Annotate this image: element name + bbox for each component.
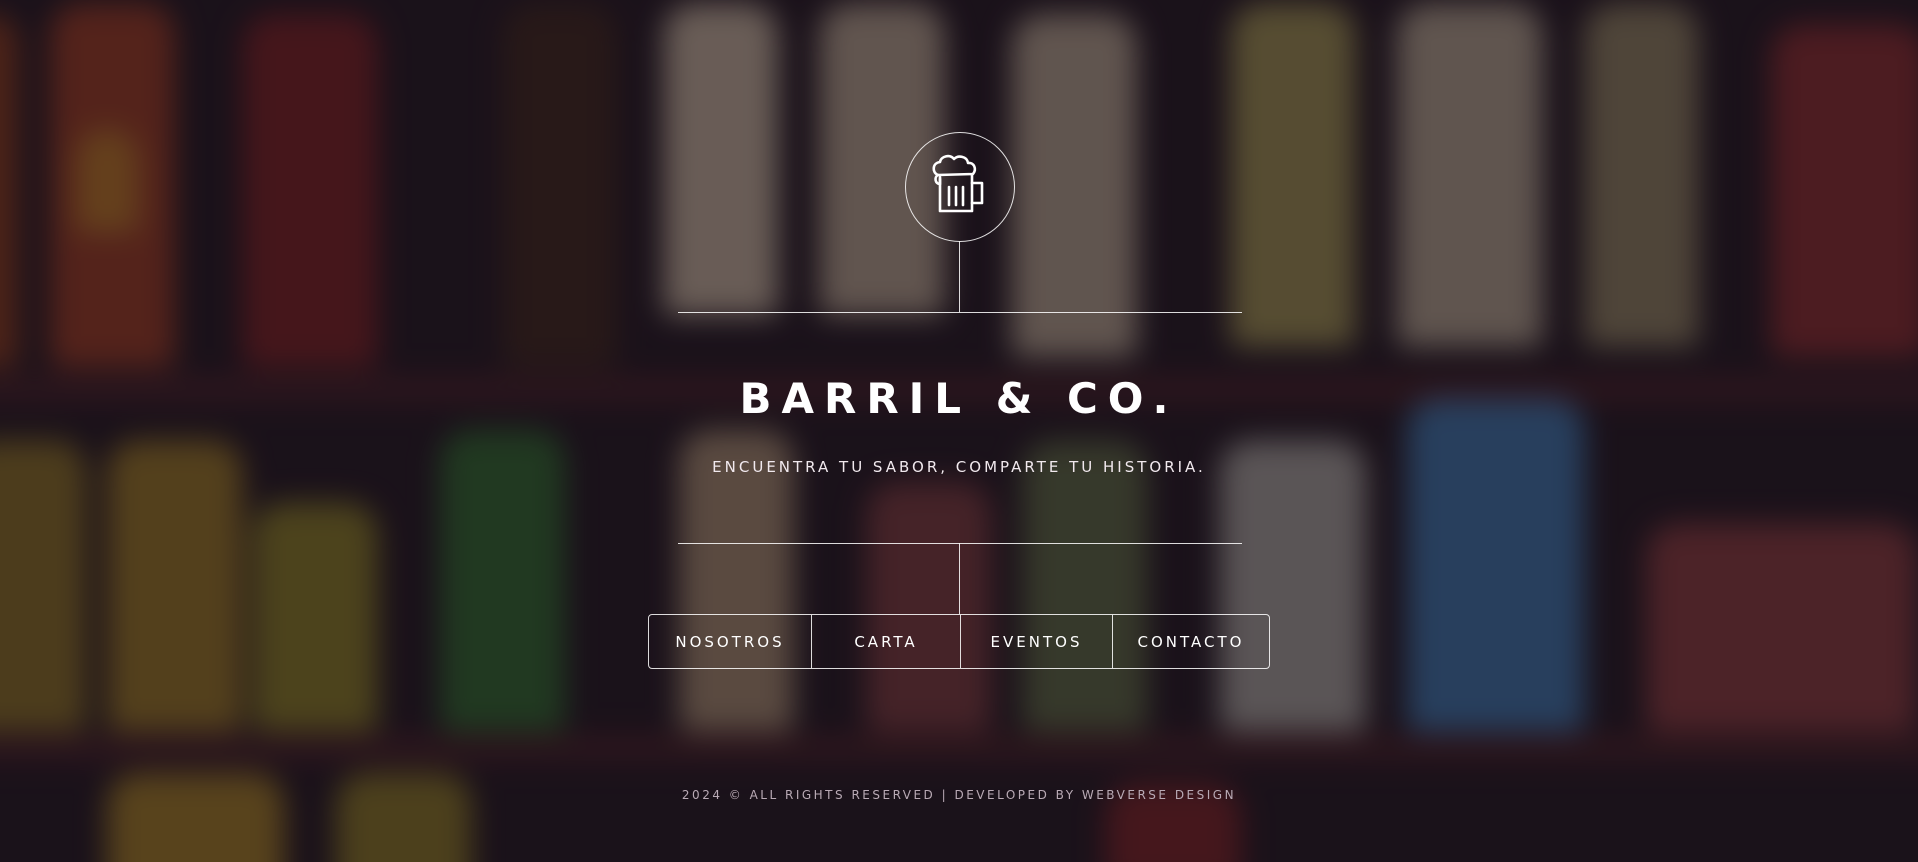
nav-item-contacto[interactable]: CONTACTO	[1112, 615, 1269, 668]
beer-mug-icon	[930, 153, 990, 222]
divider-vertical-bottom	[959, 543, 960, 614]
divider-bottom	[678, 543, 1242, 544]
logo	[905, 132, 1015, 242]
main-nav: NOSOTROS CARTA EVENTOS CONTACTO	[648, 614, 1270, 669]
nav-item-nosotros[interactable]: NOSOTROS	[649, 615, 811, 668]
nav-item-eventos[interactable]: EVENTOS	[960, 615, 1112, 668]
nav-item-carta[interactable]: CARTA	[811, 615, 960, 668]
hero-content: BARRIL & CO. ENCUENTRA TU SABOR, COMPART…	[0, 0, 1918, 862]
site-tagline: ENCUENTRA TU SABOR, COMPARTE TU HISTORIA…	[712, 458, 1206, 476]
footer-text: 2024 © ALL RIGHTS RESERVED | DEVELOPED B…	[681, 788, 1237, 802]
divider-top	[678, 312, 1242, 313]
site-title: BARRIL & CO.	[739, 374, 1179, 423]
landing-page: BARRIL & CO. ENCUENTRA TU SABOR, COMPART…	[0, 0, 1918, 862]
divider-vertical-top	[959, 241, 960, 312]
